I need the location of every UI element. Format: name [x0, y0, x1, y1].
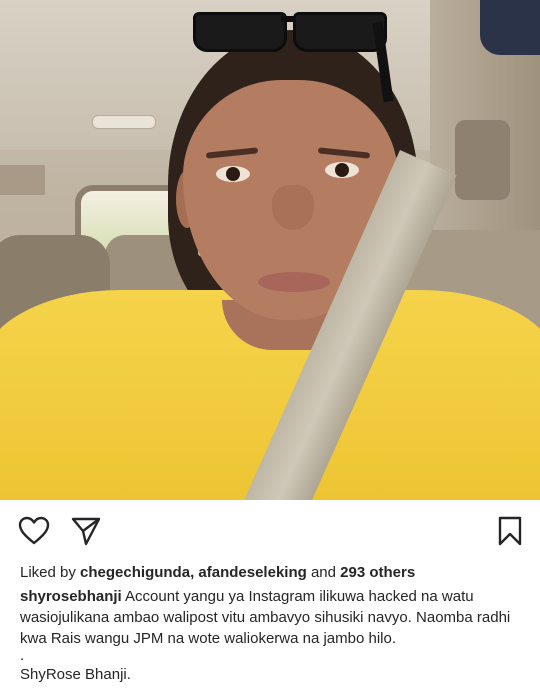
eye-left — [216, 166, 250, 182]
like-button[interactable] — [18, 515, 50, 547]
caption-signature: ShyRose Bhanji. — [20, 666, 131, 683]
likes-connector: and — [310, 564, 336, 581]
person-nose — [272, 185, 314, 230]
save-button[interactable] — [494, 515, 526, 547]
likes-others[interactable]: 293 others — [340, 564, 415, 581]
likes-prefix: Liked by — [20, 564, 76, 581]
likes-users[interactable]: chegechigunda, afandeseleking — [80, 564, 307, 581]
bookmark-icon — [497, 516, 523, 546]
caption: shyrosebhanji Account yangu ya Instagram… — [20, 586, 520, 649]
caption-username[interactable]: shyrosebhanji — [20, 588, 122, 605]
car-door-window — [480, 0, 540, 55]
share-button[interactable] — [70, 515, 102, 547]
car-door-handle — [455, 120, 510, 200]
roof-light — [92, 115, 156, 129]
caption-separator: . — [20, 647, 25, 664]
heart-icon — [18, 516, 50, 546]
person-lips — [258, 272, 330, 292]
action-bar — [0, 505, 540, 557]
eye-right — [325, 162, 359, 178]
likes-line: Liked by chegechigunda, afandeseleking a… — [20, 562, 520, 583]
send-icon — [71, 516, 101, 546]
post-photo[interactable] — [0, 0, 540, 500]
sunglasses-lens-left — [193, 12, 287, 52]
sunglasses — [193, 8, 387, 52]
instagram-post: Liked by chegechigunda, afandeseleking a… — [0, 0, 540, 690]
car-visor — [0, 165, 45, 195]
